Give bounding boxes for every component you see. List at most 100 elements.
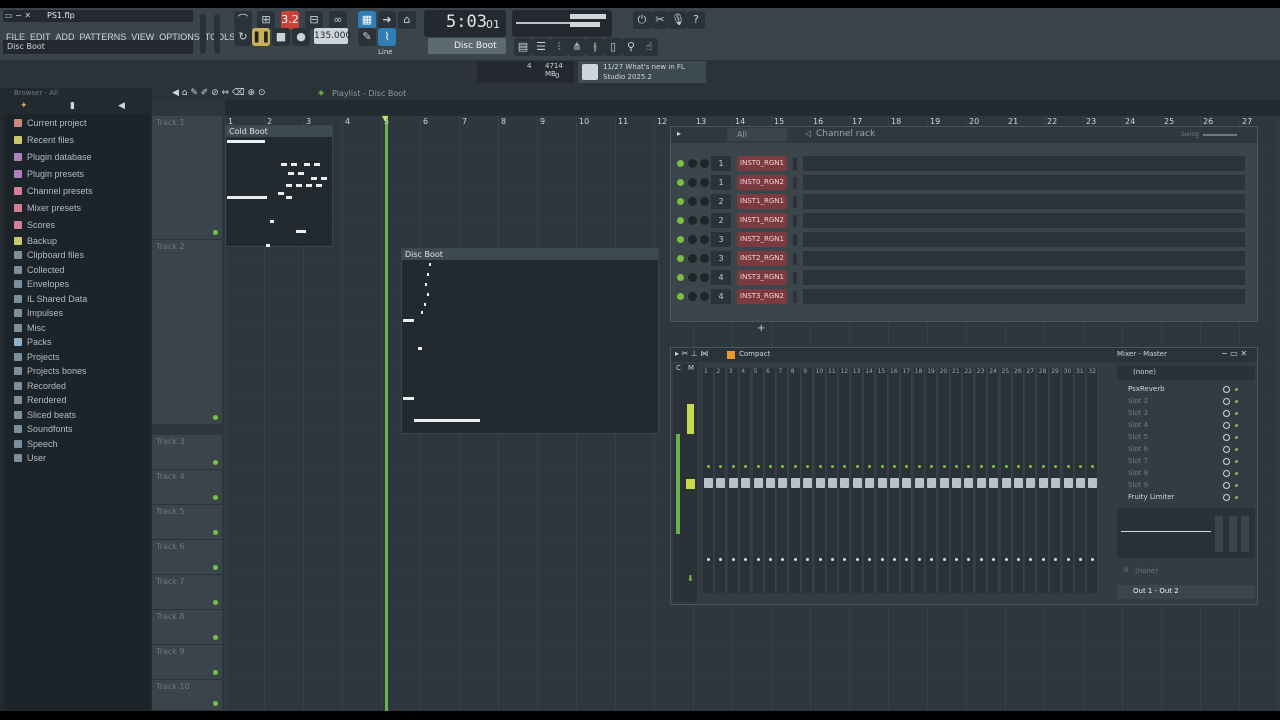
countdown-icon[interactable]: 3.2 <box>281 11 299 29</box>
route-led[interactable] <box>893 558 896 561</box>
loop-record-icon[interactable]: ∞ <box>329 11 347 29</box>
mute-led[interactable] <box>677 198 684 205</box>
insert-led[interactable] <box>756 465 760 468</box>
volume-knob[interactable] <box>700 159 709 168</box>
insert-led[interactable] <box>1041 465 1045 468</box>
browser-item[interactable]: Clipboard files <box>14 250 84 264</box>
insert-fader[interactable] <box>976 478 986 488</box>
channel-steps[interactable] <box>803 232 1245 247</box>
mixer-track-number[interactable]: 2 <box>711 194 731 209</box>
browser-item[interactable]: Rendered <box>14 395 67 409</box>
snap-select[interactable]: Line <box>378 48 393 56</box>
mixer-insert-strip[interactable]: 32 <box>1087 368 1099 593</box>
tempo-display[interactable]: 135.000 <box>314 28 351 44</box>
patcher-icon[interactable]: ⋔ <box>568 38 586 56</box>
mixer-insert-strip[interactable]: 12 <box>839 368 851 593</box>
pan-knob[interactable] <box>688 159 697 168</box>
route-led[interactable] <box>1066 558 1070 561</box>
insert-fader[interactable] <box>790 478 800 488</box>
playhead[interactable] <box>385 116 388 711</box>
channel-select[interactable] <box>793 177 797 189</box>
route-led[interactable] <box>917 558 921 561</box>
channel-row[interactable]: 3 INST2_RGN1 <box>671 232 1257 251</box>
slot-led[interactable] <box>1235 472 1238 475</box>
cpu-icon[interactable]: ⏻ <box>633 11 651 29</box>
channel-steps[interactable] <box>803 194 1245 209</box>
master-volume-slider[interactable] <box>200 14 206 54</box>
mixer-track-number[interactable]: 3 <box>711 232 731 247</box>
insert-fader[interactable] <box>914 478 924 488</box>
mute-led[interactable] <box>677 179 684 186</box>
mixer-insert-strip[interactable]: 14 <box>864 368 876 593</box>
channel-name-button[interactable]: INST2_RGN1 <box>737 232 787 247</box>
pan-knob[interactable] <box>688 197 697 206</box>
track-led[interactable] <box>213 565 218 570</box>
mixer-insert-strip[interactable]: 18 <box>913 368 925 593</box>
mixer-insert-strip[interactable]: 6 <box>765 368 776 593</box>
pause-button[interactable]: ❚❚ <box>252 28 270 46</box>
track-header[interactable]: Track 7 <box>152 575 222 610</box>
insert-fader[interactable] <box>1076 478 1085 488</box>
effect-slot[interactable]: Slot 8 <box>1122 468 1240 479</box>
mix-knob[interactable] <box>1223 386 1230 393</box>
output-select[interactable]: Out 1 - Out 2 <box>1117 585 1255 599</box>
playlist-tools-icon[interactable]: ◀ ⌂ ✎ ✐ ⊘ ⇔ ⌫ ⊕ ⊙ <box>172 88 266 98</box>
mute-led[interactable] <box>677 160 684 167</box>
pattern-selector[interactable]: Disc Boot <box>428 38 506 54</box>
eq-preset-icon[interactable]: ⊘ <box>1123 566 1129 574</box>
channel-steps[interactable] <box>803 289 1245 304</box>
mix-knob[interactable] <box>1223 398 1230 405</box>
track-header[interactable]: Track 10 <box>152 680 222 711</box>
mix-knob[interactable] <box>1223 458 1230 465</box>
volume-knob[interactable] <box>700 254 709 263</box>
route-led[interactable] <box>855 558 859 561</box>
mixer-track-number[interactable]: 3 <box>711 251 731 266</box>
browser-item[interactable]: Mixer presets <box>14 203 81 217</box>
track-header[interactable]: Track 6 <box>152 540 222 575</box>
insert-fader[interactable] <box>1063 478 1073 488</box>
route-led[interactable] <box>793 558 797 561</box>
track-header[interactable]: Track 8 <box>152 610 222 645</box>
insert-fader[interactable] <box>803 478 813 488</box>
menu-arrow-icon[interactable]: ▸ <box>677 129 681 138</box>
route-led[interactable] <box>769 558 772 561</box>
pan-knob[interactable] <box>688 292 697 301</box>
mixer-insert-strip[interactable]: 11 <box>827 368 838 593</box>
channel-select[interactable] <box>793 253 797 265</box>
browser-item[interactable]: Plugin presets <box>14 169 84 183</box>
channel-select[interactable] <box>793 196 797 208</box>
mixer-insert-strip[interactable]: 26 <box>1013 368 1024 593</box>
channel-row[interactable]: 4 INST3_RGN1 <box>671 270 1257 289</box>
effect-slot[interactable]: PsxReverb <box>1122 384 1240 395</box>
mixer-icon[interactable]: ⫲ <box>586 38 604 56</box>
insert-fader[interactable] <box>1088 478 1098 488</box>
route-led[interactable] <box>880 558 884 561</box>
route-led[interactable] <box>1029 558 1033 561</box>
insert-fader[interactable] <box>952 478 961 488</box>
volume-knob[interactable] <box>700 292 709 301</box>
route-led[interactable] <box>1004 558 1008 561</box>
insert-led[interactable] <box>955 465 958 468</box>
channel-select[interactable] <box>793 234 797 246</box>
insert-fader[interactable] <box>753 478 763 488</box>
mixer-insert-strip[interactable]: 10 <box>814 368 826 593</box>
insert-fader[interactable] <box>1038 478 1048 488</box>
master-pitch-slider[interactable] <box>214 14 220 54</box>
track-header[interactable]: Track 5 <box>152 505 222 540</box>
channel-steps[interactable] <box>803 175 1245 190</box>
playlist-icon[interactable]: ▤ <box>514 38 532 56</box>
track-header[interactable]: Track 2 <box>152 240 222 425</box>
route-led[interactable] <box>1041 558 1045 561</box>
insert-led[interactable] <box>992 465 996 468</box>
channel-steps[interactable] <box>803 251 1245 266</box>
insert-led[interactable] <box>818 465 822 468</box>
slot-led[interactable] <box>1235 400 1238 403</box>
hat-icon[interactable]: ⌂ <box>398 11 416 29</box>
news-panel[interactable]: 11/27 What's new in FL Studio 2025.2 <box>578 61 706 83</box>
magnet-icon[interactable]: ⌇ <box>378 28 396 46</box>
route-led[interactable] <box>1017 558 1020 561</box>
channel-steps[interactable] <box>803 156 1245 171</box>
route-led[interactable] <box>979 558 983 561</box>
mute-led[interactable] <box>677 236 684 243</box>
mixer-insert-strip[interactable]: 2 <box>715 368 727 593</box>
